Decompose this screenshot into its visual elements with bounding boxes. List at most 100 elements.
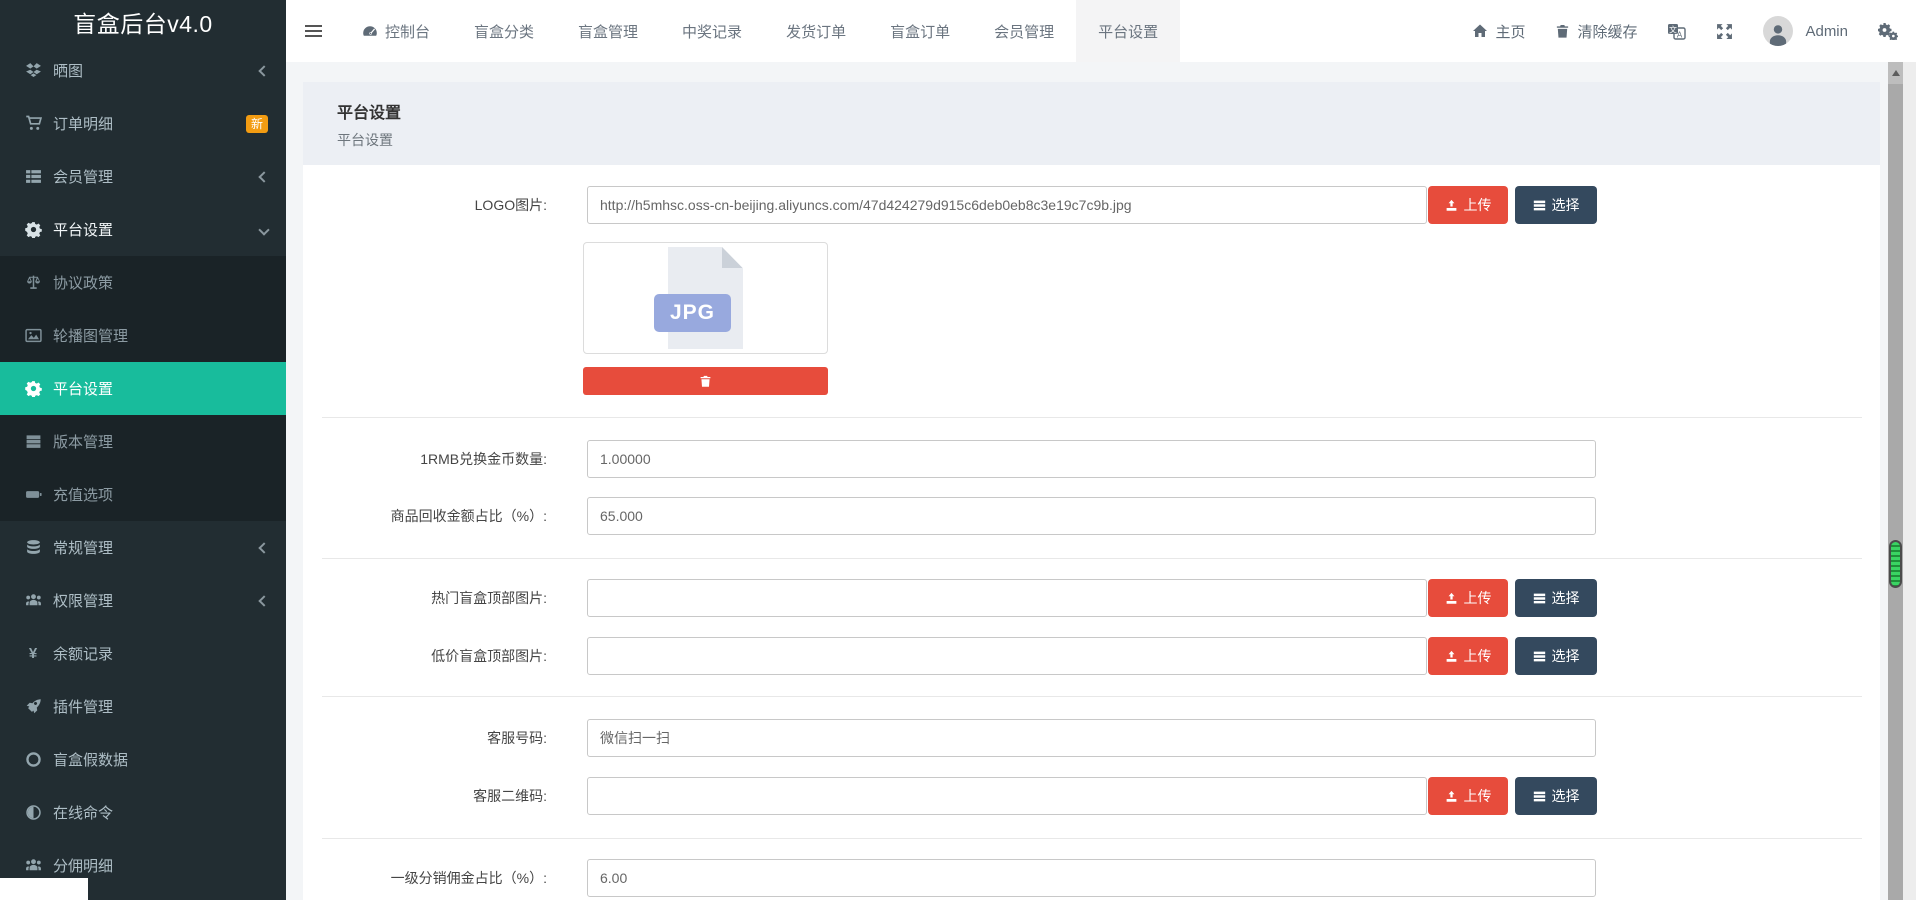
tab-console[interactable]: 控制台 — [340, 0, 452, 62]
tab-member-mgmt[interactable]: 会员管理 — [972, 0, 1076, 62]
recycle-ratio-input[interactable] — [587, 497, 1596, 535]
new-badge: 新 — [246, 115, 268, 133]
translate-icon[interactable]: 文A — [1667, 22, 1686, 41]
dashboard-icon — [362, 23, 378, 39]
yen-icon: ¥ — [23, 645, 43, 662]
service-qrcode-input[interactable] — [587, 777, 1427, 815]
rocket-icon — [23, 698, 43, 715]
sidebar-item-platform-settings-sub[interactable]: 平台设置 — [0, 362, 286, 415]
balance-scale-icon — [23, 274, 43, 291]
tab-label: 中奖记录 — [682, 21, 742, 42]
tab-platform-settings[interactable]: 平台设置 — [1076, 0, 1180, 62]
sidebar-item-version-mgmt[interactable]: 版本管理 — [0, 415, 286, 468]
settings-card: 平台设置 平台设置 LOGO图片: 上传 选择 — [303, 82, 1880, 900]
upload-button[interactable]: 上传 — [1428, 186, 1508, 224]
field-label: 低价盲盒顶部图片: — [303, 637, 547, 675]
commission-ratio-input[interactable] — [587, 859, 1596, 897]
upload-button[interactable]: 上传 — [1428, 637, 1508, 675]
chevron-left-icon — [258, 542, 269, 553]
sidebar-item-label: 在线命令 — [53, 802, 268, 823]
outer-scrollbar-track[interactable] — [1903, 62, 1916, 900]
chevron-left-icon — [258, 171, 269, 182]
sidebar-item-label: 充值选项 — [53, 484, 268, 505]
low-box-image-input[interactable] — [587, 637, 1427, 675]
scroll-up-arrow[interactable] — [1888, 62, 1903, 84]
upload-button[interactable]: 上传 — [1428, 579, 1508, 617]
form-row-service-qrcode: 客服二维码: 上传 选择 — [303, 777, 1880, 815]
field-label: LOGO图片: — [303, 186, 547, 224]
sidebar-item-label: 平台设置 — [53, 219, 260, 240]
list-icon — [1533, 790, 1546, 803]
choose-button[interactable]: 选择 — [1515, 777, 1597, 815]
sidebar-item-member-mgmt[interactable]: 会员管理 — [0, 150, 286, 203]
sidebar-item-online-command[interactable]: 在线命令 — [0, 786, 286, 839]
upload-icon — [1445, 199, 1458, 212]
form-row-service-number: 客服号码: — [303, 719, 1880, 757]
sidebar-item-order-detail[interactable]: 订单明细 新 — [0, 97, 286, 150]
sidebar-item-permission-mgmt[interactable]: 权限管理 — [0, 574, 286, 627]
svg-text:A: A — [1677, 30, 1683, 39]
sidebar-item-label: 晒图 — [53, 60, 260, 81]
tab-box-orders[interactable]: 盲盒订单 — [868, 0, 972, 62]
tab-shipping-orders[interactable]: 发货订单 — [764, 0, 868, 62]
trash-icon — [699, 375, 712, 388]
user-menu[interactable]: Admin — [1763, 16, 1848, 46]
service-number-input[interactable] — [587, 719, 1596, 757]
jpg-file-icon: JPG — [668, 247, 743, 349]
sidebar-item-general-mgmt[interactable]: 常规管理 — [0, 521, 286, 574]
choose-button[interactable]: 选择 — [1515, 579, 1597, 617]
clear-cache-link[interactable]: 清除缓存 — [1555, 21, 1637, 42]
settings-gears-icon[interactable] — [1878, 22, 1898, 40]
form-row-low-box-image: 低价盲盒顶部图片: 上传 选择 — [303, 637, 1880, 675]
logo-url-input[interactable] — [587, 186, 1427, 224]
sidebar-item-platform-settings[interactable]: 平台设置 — [0, 203, 286, 256]
inner-scrollbar-track[interactable] — [1888, 62, 1903, 900]
sidebar-item-label: 平台设置 — [53, 378, 268, 399]
sidebar-item-label: 权限管理 — [53, 590, 260, 611]
sidebar-item-label: 轮播图管理 — [53, 325, 268, 346]
top-navbar: 控制台 盲盒分类 盲盒管理 中奖记录 发货订单 盲盒订单 会员管理 平台设置 主… — [286, 0, 1916, 62]
users-icon — [23, 592, 43, 609]
sidebar-item-fake-data[interactable]: 盲盒假数据 — [0, 733, 286, 786]
rmb-gold-rate-input[interactable] — [587, 440, 1596, 478]
home-link[interactable]: 主页 — [1472, 21, 1525, 42]
upload-button[interactable]: 上传 — [1428, 777, 1508, 815]
list-icon — [1533, 199, 1546, 212]
tab-box-category[interactable]: 盲盒分类 — [452, 0, 556, 62]
divider — [322, 696, 1862, 697]
cart-icon — [23, 115, 43, 132]
choose-button[interactable]: 选择 — [1515, 637, 1597, 675]
hamburger-menu-button[interactable] — [286, 0, 340, 62]
form-row-hot-box-image: 热门盲盒顶部图片: 上传 选择 — [303, 579, 1880, 617]
tab-label: 盲盒订单 — [890, 21, 950, 42]
fullscreen-icon[interactable] — [1716, 23, 1733, 40]
sidebar-item-recharge-options[interactable]: 充值选项 — [0, 468, 286, 521]
svg-text:文: 文 — [1669, 24, 1677, 34]
tab-label: 控制台 — [385, 21, 430, 42]
divider — [322, 838, 1862, 839]
upload-icon — [1445, 592, 1458, 605]
hot-box-image-input[interactable] — [587, 579, 1427, 617]
logo-preview-box: JPG — [583, 242, 828, 354]
sidebar-item-label: 会员管理 — [53, 166, 260, 187]
delete-image-button[interactable] — [583, 367, 828, 395]
sidebar-item-plugin-mgmt[interactable]: 插件管理 — [0, 680, 286, 733]
upload-icon — [1445, 650, 1458, 663]
scrollbar-thumb[interactable] — [1889, 540, 1902, 588]
settings-form: LOGO图片: 上传 选择 JPG — [303, 165, 1880, 900]
sidebar-item-agreement-policy[interactable]: 协议政策 — [0, 256, 286, 309]
dropbox-icon — [23, 62, 43, 79]
choose-button[interactable]: 选择 — [1515, 186, 1597, 224]
sidebar-item-photos[interactable]: 晒图 — [0, 44, 286, 97]
adjust-icon — [23, 804, 43, 821]
tab-box-mgmt[interactable]: 盲盒管理 — [556, 0, 660, 62]
sidebar-item-balance-records[interactable]: ¥ 余额记录 — [0, 627, 286, 680]
app-title: 盲盒后台v4.0 — [0, 0, 286, 44]
tab-prize-records[interactable]: 中奖记录 — [660, 0, 764, 62]
chevron-left-icon — [258, 65, 269, 76]
sidebar-item-carousel-mgmt[interactable]: 轮播图管理 — [0, 309, 286, 362]
field-label: 客服号码: — [303, 719, 547, 757]
home-icon — [1472, 23, 1488, 39]
field-label: 热门盲盒顶部图片: — [303, 579, 547, 617]
battery-icon — [23, 486, 43, 503]
